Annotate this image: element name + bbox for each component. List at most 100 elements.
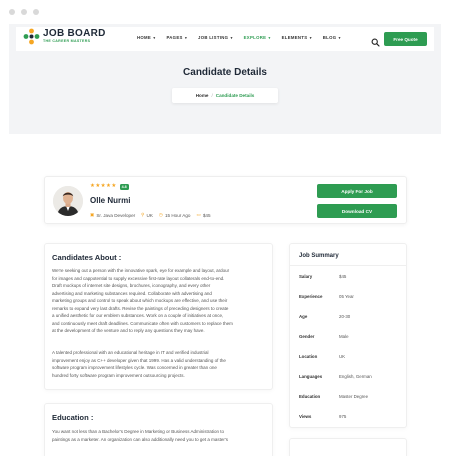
breadcrumb-separator: /: [211, 93, 213, 98]
chevron-down-icon: ▾: [152, 36, 156, 40]
summary-value: Male: [339, 334, 349, 339]
search-icon[interactable]: [371, 34, 380, 47]
window-dot: [21, 9, 27, 15]
summary-value: UK: [339, 354, 346, 359]
summary-label: Views: [299, 414, 312, 419]
text-line: advertising and marketing substances req…: [52, 290, 212, 296]
nav-item-blog[interactable]: BLOG ▾: [323, 35, 341, 40]
divider: [290, 265, 406, 266]
candidate-role: Sr. Java Developer: [96, 212, 136, 218]
briefcase-icon: ▣: [90, 212, 95, 217]
apply-for-job-button[interactable]: Apply For Job: [317, 184, 397, 198]
free-quote-button[interactable]: Free Quote: [384, 32, 427, 46]
money-icon: ▭: [196, 212, 201, 217]
summary-label: Experience: [299, 294, 323, 299]
summary-row-gender: Gender Male: [299, 334, 399, 339]
text-line: You want not less than a Bachelor's Degr…: [52, 429, 225, 434]
nav-item-job-listing[interactable]: JOB LISTING ▾: [198, 35, 233, 40]
job-summary-title: Job Summary: [299, 253, 339, 259]
location-item: ⚲ UK: [141, 212, 153, 218]
chevron-down-icon: ▾: [337, 36, 341, 40]
location-pin-icon: ⚲: [141, 212, 145, 217]
nav-item-elements[interactable]: ELEMENTS ▾: [282, 35, 312, 40]
chevron-down-icon: ▾: [308, 36, 312, 40]
text-line: and continuously meet draft deadlines. C…: [52, 320, 233, 326]
summary-value: 05 Year: [339, 294, 354, 299]
summary-value: English, German: [339, 374, 372, 379]
text-line: hundred forty software program improveme…: [52, 372, 185, 378]
education-card: Education : You want not less than a Bac…: [44, 403, 273, 456]
summary-row-location: Location UK: [299, 354, 399, 359]
candidate-rating: ★ ★ ★ ★ ★ 4.8: [90, 184, 129, 190]
text-line: improvement enjoy as C++ developer given…: [52, 357, 226, 363]
nav-item-pages[interactable]: PAGES ▾: [166, 35, 187, 40]
main-menu: HOME ▾ PAGES ▾ JOB LISTING ▾ EXPLORE ▾ E…: [137, 35, 352, 40]
education-title: Education :: [52, 413, 94, 422]
summary-label: Salary: [299, 274, 313, 279]
about-paragraph-1: We're seeking out a person with the inno…: [52, 267, 268, 335]
about-title: Candidates About :: [52, 253, 122, 262]
nav-item-home[interactable]: HOME ▾: [137, 35, 155, 40]
summary-value: 975: [339, 414, 347, 419]
job-summary-card: Job Summary Salary $45 Experience 05 Yea…: [289, 243, 407, 428]
brand-name: JOB BOARD: [43, 28, 106, 40]
text-line: a unified aesthetic for our emblem subst…: [52, 313, 224, 318]
text-line: for images and cappotential to supply ex…: [52, 275, 225, 281]
summary-label: Languages: [299, 374, 323, 379]
summary-row-languages: Languages English, German: [299, 374, 399, 379]
text-line: Draft mockups of internet site designs, …: [52, 283, 211, 288]
summary-value: $45: [339, 274, 347, 279]
breadcrumb-home-link[interactable]: Home: [196, 93, 209, 98]
candidate-profile-card: ★ ★ ★ ★ ★ 4.8 Olle Nurmi ▣ Sr. Java Deve…: [44, 176, 407, 224]
summary-row-experience: Experience 05 Year: [299, 294, 399, 299]
chevron-down-icon: ▾: [183, 36, 188, 40]
candidate-name: Olle Nurmi: [90, 196, 131, 205]
posted-item: ◷ 15 Hour Ago: [159, 212, 191, 218]
clock-icon: ◷: [158, 212, 163, 217]
page-title: Candidate Details: [183, 67, 267, 78]
summary-value: Master Degree: [339, 394, 369, 399]
summary-value: 20-30: [339, 314, 351, 319]
chevron-down-icon: ▾: [267, 36, 271, 40]
breadcrumb: Home / Candidate Details: [172, 88, 278, 103]
text-line: We're seeking out a person with the inno…: [52, 268, 230, 273]
window-controls: [9, 9, 39, 15]
star-icon: ★: [90, 183, 95, 190]
brand-logo[interactable]: JOB BOARD THE CAREER MASTERS: [23, 28, 106, 45]
text-line: software program improvement lifestyles …: [52, 365, 217, 370]
text-line: remarks to expand very last drafts. Revi…: [52, 305, 229, 311]
summary-label: Location: [299, 354, 318, 359]
candidate-posted: 15 Hour Ago: [164, 212, 191, 218]
role-item: ▣ Sr. Java Developer: [90, 212, 135, 218]
candidate-location: UK: [146, 212, 153, 218]
rating-badge: 4.8: [119, 184, 129, 190]
candidate-about-card: Candidates About : We're seeking out a p…: [44, 243, 273, 390]
download-cv-button[interactable]: Download CV: [317, 204, 397, 218]
nav-item-explore[interactable]: EXPLORE ▾: [244, 35, 271, 40]
summary-label: Gender: [299, 334, 315, 339]
text-line: at the development of the venture and to…: [52, 328, 205, 333]
summary-row-salary: Salary $45: [299, 274, 399, 279]
star-icon: ★: [111, 183, 117, 190]
summary-row-age: Age 20-30: [299, 314, 399, 319]
text-line: marketing groups and control to speak ab…: [52, 298, 228, 303]
text-line: A talented professional with an educatio…: [52, 350, 209, 355]
brand-tagline: THE CAREER MASTERS: [43, 39, 91, 44]
chevron-down-icon: ▾: [229, 36, 233, 40]
summary-label: Education: [299, 394, 321, 399]
avatar: [53, 186, 83, 216]
text-line: paintings as a marketer. An organization…: [52, 436, 228, 442]
top-navbar: JOB BOARD THE CAREER MASTERS HOME ▾ PAGE…: [16, 27, 434, 51]
star-icon: ★: [100, 183, 106, 190]
star-icon: ★: [95, 183, 101, 190]
candidate-rate: $45: [202, 212, 211, 218]
breadcrumb-current: Candidate Details: [215, 93, 255, 98]
brand-mark-icon: [23, 28, 40, 45]
window-dot: [9, 9, 15, 15]
summary-label: Age: [299, 314, 308, 319]
about-paragraph-2: A talented professional with an educatio…: [52, 349, 268, 379]
education-paragraph: You want not less than a Bachelor's Degr…: [52, 428, 268, 443]
candidate-meta: ▣ Sr. Java Developer ⚲ UK ◷ 15 Hour Ago …: [90, 212, 217, 218]
window-dot: [33, 9, 39, 15]
sidebar-card: [289, 438, 407, 456]
